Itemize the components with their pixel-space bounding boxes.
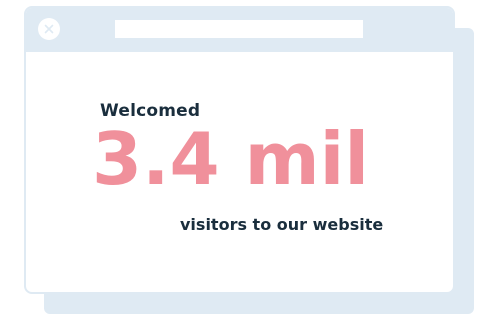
window-content: Welcomed 3.4 mil visitors to our website [26, 52, 453, 292]
stat-value: 3.4 mil [92, 117, 369, 201]
close-button[interactable] [38, 18, 60, 40]
browser-window: Welcomed 3.4 mil visitors to our website [24, 6, 455, 294]
address-bar[interactable] [115, 20, 363, 38]
stat-description: visitors to our website [180, 215, 384, 234]
close-icon [44, 24, 54, 34]
window-titlebar [26, 8, 453, 52]
